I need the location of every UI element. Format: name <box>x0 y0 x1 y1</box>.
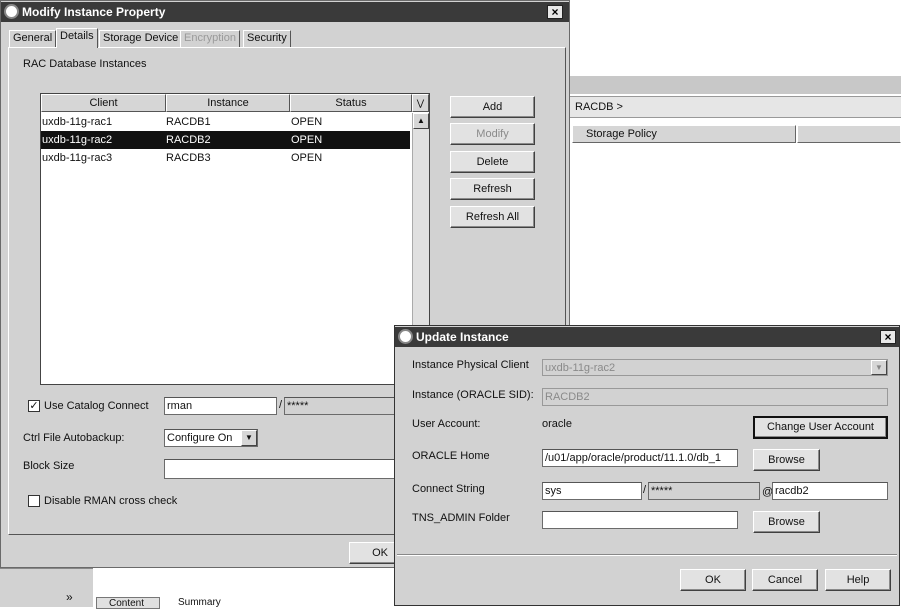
table-row[interactable]: uxdb-11g-rac1 RACDB1 OPEN <box>41 113 410 131</box>
disable-rman-label: Disable RMAN cross check <box>44 495 178 507</box>
dialog-title: Update Instance <box>416 330 509 344</box>
close-icon[interactable]: × <box>547 5 563 19</box>
browse-oracle-home-button[interactable]: Browse <box>753 449 820 471</box>
add-button[interactable]: Add <box>450 96 535 118</box>
app-logo-icon <box>4 4 19 19</box>
breadcrumb[interactable]: RACDB > <box>575 101 623 113</box>
update-dialog-titlebar[interactable]: Update Instance × <box>395 327 899 347</box>
connect-separator: / <box>643 484 647 496</box>
tab-encryption[interactable]: Encryption <box>180 30 240 47</box>
block-size-label: Block Size <box>23 460 75 472</box>
catalog-password-input[interactable]: ***** <box>284 397 396 415</box>
next-column-header[interactable] <box>797 125 901 143</box>
tab-storage-device[interactable]: Storage Device <box>99 30 183 47</box>
bottom-tab-summary[interactable]: Summary <box>164 597 232 609</box>
bottom-tab-content[interactable]: Content <box>96 597 160 609</box>
chevron-down-icon[interactable]: ▼ <box>871 360 887 375</box>
ok-button[interactable]: OK <box>680 569 746 591</box>
tns-admin-input[interactable] <box>542 511 738 529</box>
physical-client-select[interactable]: uxdb-11g-rac2 <box>542 359 888 376</box>
catalog-separator: / <box>279 399 283 411</box>
connect-user-input[interactable]: sys <box>542 482 642 500</box>
browse-tns-admin-button[interactable]: Browse <box>753 511 820 533</box>
tab-general[interactable]: General <box>9 30 57 47</box>
refresh-all-button[interactable]: Refresh All <box>450 206 535 228</box>
help-button[interactable]: Help <box>825 569 891 591</box>
bottom-left-panel <box>0 568 93 607</box>
background-toolbar-strip <box>570 76 901 94</box>
ctrl-file-autobackup-label: Ctrl File Autobackup: <box>23 432 125 444</box>
tns-admin-label: TNS_ADMIN Folder <box>412 512 510 524</box>
delete-button[interactable]: Delete <box>450 151 535 173</box>
user-account-label: User Account: <box>412 418 481 430</box>
column-chooser-icon[interactable]: ⋁ <box>412 94 429 112</box>
block-size-input[interactable] <box>164 459 396 479</box>
user-account-value: oracle <box>542 418 572 430</box>
connect-service-input[interactable]: racdb2 <box>772 482 888 500</box>
connect-password-input[interactable]: ***** <box>648 482 760 500</box>
cancel-button[interactable]: Cancel <box>752 569 818 591</box>
table-row[interactable]: uxdb-11g-rac3 RACDB3 OPEN <box>41 149 410 167</box>
dialog-divider <box>397 554 897 556</box>
column-header-client[interactable]: Client <box>41 94 166 112</box>
tab-details[interactable]: Details <box>56 28 98 48</box>
use-catalog-connect-checkbox[interactable]: ✓ <box>28 400 40 412</box>
update-instance-dialog: Update Instance × Instance Physical Clie… <box>394 325 900 606</box>
scroll-up-arrow-icon[interactable]: ▲ <box>413 113 429 129</box>
refresh-button[interactable]: Refresh <box>450 178 535 200</box>
breadcrumb-bar: RACDB > <box>570 96 901 118</box>
oracle-home-input[interactable]: /u01/app/oracle/product/11.1.0/db_1 <box>542 449 738 467</box>
instance-sid-input[interactable]: RACDB2 <box>542 388 888 406</box>
table-row-selected[interactable]: uxdb-11g-rac2 RACDB2 OPEN <box>41 131 410 149</box>
app-logo-icon <box>398 329 413 344</box>
instances-table: Client Instance Status ⋁ uxdb-11g-rac1 R… <box>40 93 430 385</box>
storage-policy-column-header[interactable]: Storage Policy <box>572 125 796 143</box>
physical-client-label: Instance Physical Client <box>412 359 529 371</box>
column-header-status[interactable]: Status <box>290 94 412 112</box>
disable-rman-checkbox[interactable] <box>28 495 40 507</box>
chevron-down-icon[interactable]: ▼ <box>241 430 257 446</box>
modify-dialog-titlebar[interactable]: Modify Instance Property × <box>1 2 569 22</box>
ok-button[interactable]: OK <box>349 542 399 564</box>
chevron-icon[interactable]: » <box>66 590 73 604</box>
use-catalog-connect-label: Use Catalog Connect <box>44 400 149 412</box>
close-icon[interactable]: × <box>880 330 896 344</box>
section-title: RAC Database Instances <box>23 58 147 70</box>
oracle-home-label: ORACLE Home <box>412 450 490 462</box>
dialog-title: Modify Instance Property <box>22 5 166 19</box>
catalog-user-input[interactable]: rman <box>164 397 277 415</box>
column-header-instance[interactable]: Instance <box>166 94 290 112</box>
instance-sid-label: Instance (ORACLE SID): <box>412 389 534 401</box>
change-user-account-button[interactable]: Change User Account <box>753 416 888 439</box>
connect-string-label: Connect String <box>412 483 485 495</box>
modify-button[interactable]: Modify <box>450 123 535 145</box>
tab-security[interactable]: Security <box>243 30 291 47</box>
